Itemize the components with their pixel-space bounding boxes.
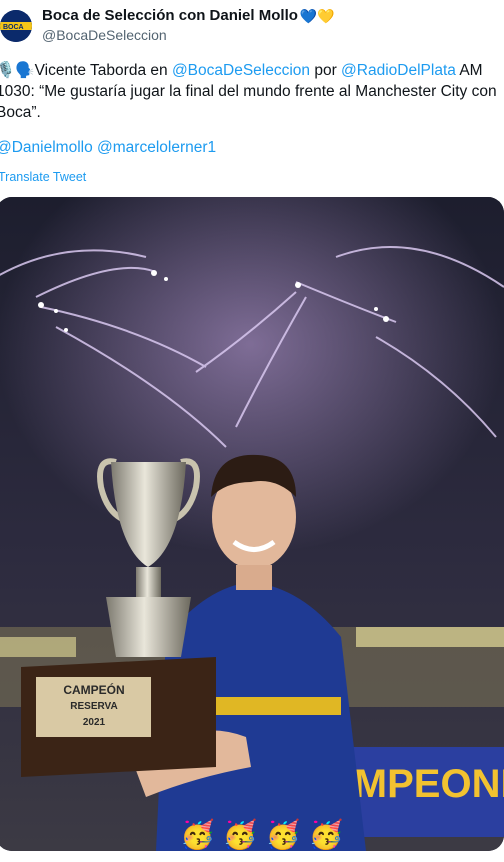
- translate-tweet-link[interactable]: Translate Tweet: [0, 170, 86, 184]
- tweet-text: 🎙️🗣️Vicente Taborda en @BocaDeSeleccion …: [0, 60, 504, 172]
- trophy-plaque-line3: 2021: [83, 717, 106, 728]
- author-name[interactable]: Boca de Selección con Daniel Mollo: [42, 6, 298, 26]
- author-handle[interactable]: @BocaDeSeleccion: [42, 26, 335, 44]
- emoji-overlay: 🥳 🥳 🥳 🥳: [180, 818, 344, 852]
- mention-link[interactable]: @RadioDelPlata: [341, 62, 456, 79]
- trophy-plaque-line2: RESERVA: [70, 701, 117, 712]
- mention-link[interactable]: @BocaDeSeleccion: [172, 62, 310, 79]
- partying-face-emoji: 🥳: [180, 819, 215, 850]
- boca-logo-icon: BOCA: [0, 10, 32, 42]
- svg-text:BOCA: BOCA: [3, 24, 24, 31]
- heart-emojis: 💙💛: [299, 8, 335, 24]
- mention-link[interactable]: @marcelolerner1: [97, 139, 216, 156]
- mention-link[interactable]: @Danielmollo: [0, 139, 93, 156]
- tweet-author[interactable]: Boca de Selección con Daniel Mollo 💙💛 @B…: [42, 6, 335, 44]
- microphone-speaking-icon: 🎙️🗣️: [0, 62, 35, 79]
- partying-face-emoji: 🥳: [222, 819, 258, 850]
- tweet-photo[interactable]: CAMPEONES CAMPEÓN RESERVA 2021: [0, 197, 504, 851]
- trophy-plaque-line1: CAMPEÓN: [63, 682, 124, 697]
- partying-face-emoji: 🥳: [308, 819, 344, 850]
- partying-face-emoji: 🥳: [265, 819, 301, 850]
- avatar[interactable]: BOCA: [0, 10, 32, 42]
- trophy-celebration-image: CAMPEONES CAMPEÓN RESERVA 2021: [0, 197, 504, 851]
